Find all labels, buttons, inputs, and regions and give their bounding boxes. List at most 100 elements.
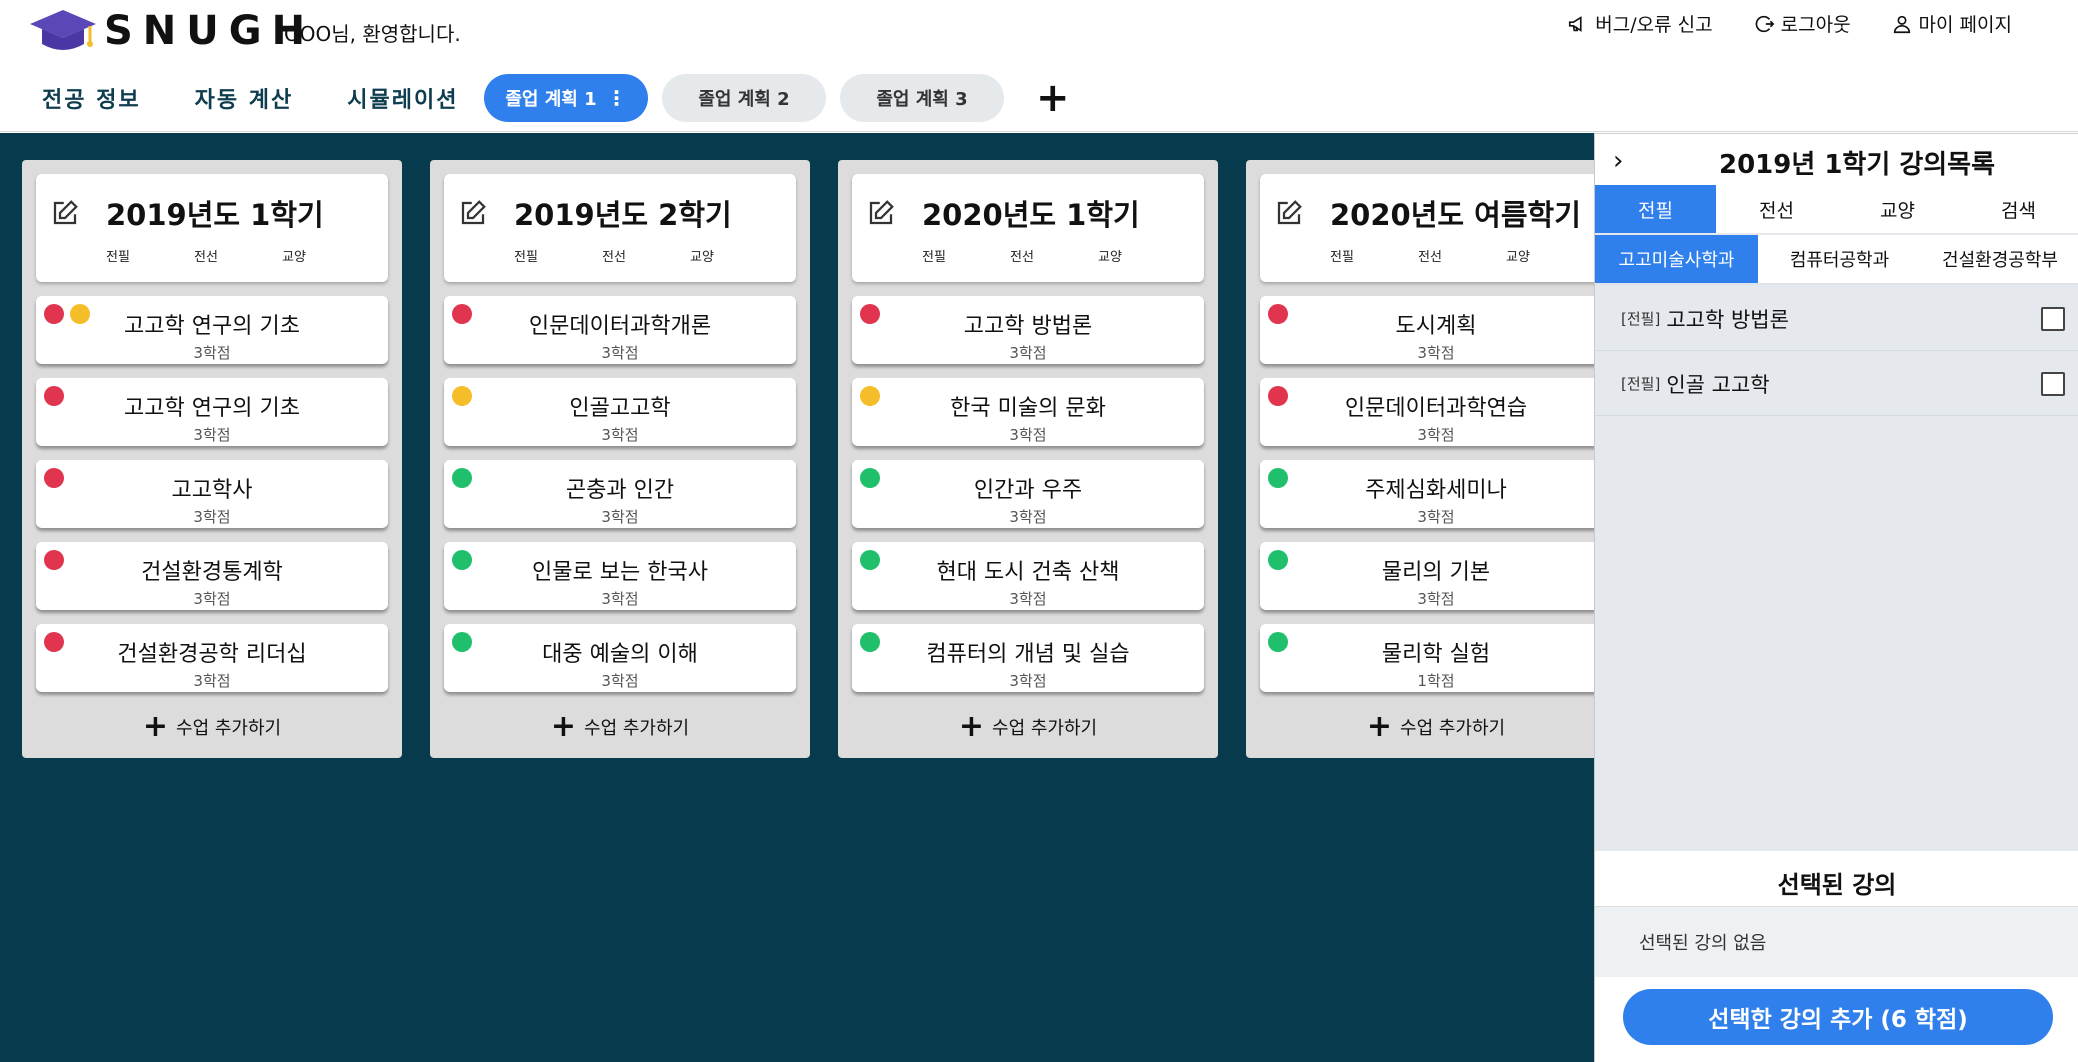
category-tab-1[interactable]: 전필	[1595, 185, 1716, 233]
logo[interactable]: SNUGH	[28, 6, 315, 56]
plan-tab-label: 졸업 계획 1	[505, 89, 597, 110]
course-name: 고고학사	[171, 478, 253, 503]
add-course-button[interactable]: + 수업 추가하기	[838, 712, 1218, 742]
category-label-general: 교양	[282, 250, 306, 265]
plan-tab-label: 졸업 계획 2	[698, 89, 790, 110]
course-name: 고고학 방법론	[963, 314, 1093, 339]
course-card[interactable]: 인문데이터과학개론 3학점	[444, 296, 796, 364]
lecture-checkbox[interactable]	[2041, 307, 2065, 331]
add-course-button[interactable]: + 수업 추가하기	[1246, 712, 1594, 742]
add-plan-button[interactable]: +	[1036, 78, 1070, 118]
logout-link[interactable]: 로그아웃	[1753, 10, 1851, 37]
category-tab-3[interactable]: 교양	[1837, 185, 1958, 233]
course-card[interactable]: 인간과 우주 3학점	[852, 460, 1204, 528]
course-card[interactable]: 대중 예술의 이해 3학점	[444, 624, 796, 692]
course-credit: 3학점	[1009, 344, 1047, 362]
plan-tab-label: 졸업 계획 3	[876, 89, 968, 110]
report-bug-label: 버그/오류 신고	[1595, 14, 1713, 36]
course-card[interactable]: 인문데이터과학연습 3학점	[1260, 378, 1594, 446]
course-name: 도시계획	[1395, 314, 1477, 339]
tab-plan-2[interactable]: 졸업 계획 2	[662, 74, 826, 122]
category-label-general: 교양	[690, 250, 714, 265]
semester-header: 2019년도 1학기 전필 전선 교양	[36, 174, 388, 282]
add-course-button[interactable]: + 수업 추가하기	[22, 712, 402, 742]
course-card[interactable]: 고고학사 3학점	[36, 460, 388, 528]
user-icon	[1893, 15, 1910, 33]
top-links: 버그/오류 신고 로그아웃 마이 페이지	[1567, 10, 2012, 37]
plus-icon: +	[1366, 709, 1393, 744]
lecture-item[interactable]: [전필] 인골 고고학	[1595, 352, 2078, 416]
course-card[interactable]: 한국 미술의 문화 3학점	[852, 378, 1204, 446]
course-card[interactable]: 건설환경공학 리더십 3학점	[36, 624, 388, 692]
course-card[interactable]: 건설환경통계학 3학점	[36, 542, 388, 610]
course-name: 고고학 연구의 기초	[124, 314, 300, 339]
course-card[interactable]: 곤충과 인간 3학점	[444, 460, 796, 528]
edit-icon[interactable]	[1274, 198, 1304, 228]
course-card[interactable]: 물리의 기본 3학점	[1260, 542, 1594, 610]
lecture-tag: [전필]	[1621, 310, 1661, 328]
course-name: 물리의 기본	[1381, 560, 1491, 585]
my-page-link[interactable]: 마이 페이지	[1891, 10, 2012, 37]
add-course-label: 수업 추가하기	[584, 718, 690, 739]
course-name: 건설환경통계학	[141, 560, 283, 585]
course-credit: 3학점	[1009, 672, 1047, 690]
course-card[interactable]: 도시계획 3학점	[1260, 296, 1594, 364]
tab-plan-3[interactable]: 졸업 계획 3	[840, 74, 1004, 122]
course-name: 주제심화세미나	[1365, 478, 1507, 503]
kebab-menu-icon[interactable]: ⋮	[607, 88, 627, 108]
course-card[interactable]: 고고학 연구의 기초 3학점	[36, 296, 388, 364]
report-bug-link[interactable]: 버그/오류 신고	[1567, 10, 1713, 37]
edit-icon[interactable]	[458, 198, 488, 228]
nav-auto-calc[interactable]: 자동 계산	[195, 82, 294, 114]
header: SNUGH OOO님, 환영합니다. 버그/오류 신고 로그아웃 마이 페이지 …	[0, 0, 2078, 132]
edit-icon[interactable]	[866, 198, 896, 228]
course-credit: 3학점	[193, 344, 231, 362]
category-label-general: 교양	[1506, 250, 1530, 265]
add-selected-lectures-button[interactable]: 선택한 강의 추가 (6 학점)	[1623, 989, 2053, 1045]
lecture-tag: [전필]	[1621, 375, 1661, 393]
semester-title: 2020년도 여름학기	[1330, 198, 1581, 232]
department-tab-3[interactable]: 건설환경공학부	[1921, 235, 2078, 283]
course-card[interactable]: 물리학 실험 1학점	[1260, 624, 1594, 692]
department-tab-2[interactable]: 컴퓨터공학과	[1758, 235, 1921, 283]
course-card[interactable]: 고고학 연구의 기초 3학점	[36, 378, 388, 446]
category-tab-2[interactable]: 전선	[1716, 185, 1837, 233]
lecture-name: 인골 고고학	[1666, 372, 1770, 397]
semester-title: 2020년도 1학기	[922, 198, 1140, 232]
course-name: 곤충과 인간	[565, 478, 675, 503]
plus-icon: +	[550, 709, 577, 744]
course-name: 인문데이터과학연습	[1344, 396, 1528, 421]
megaphone-icon	[1569, 15, 1582, 32]
course-credit: 3학점	[193, 508, 231, 526]
category-label-major-required: 전필	[922, 250, 946, 265]
lecture-item[interactable]: [전필] 고고학 방법론	[1595, 287, 2078, 351]
course-name: 인간과 우주	[973, 478, 1083, 503]
semester-title: 2019년도 2학기	[514, 198, 732, 232]
course-credit: 3학점	[601, 672, 639, 690]
course-card[interactable]: 현대 도시 건축 산책 3학점	[852, 542, 1204, 610]
semester-column: 2019년도 2학기 전필 전선 교양 인문데이터과학개론 3학점 인골고고학 3학점 곤충과 …	[430, 160, 810, 758]
category-label-major-elective: 전선	[1010, 250, 1034, 265]
course-card[interactable]: 주제심화세미나 3학점	[1260, 460, 1594, 528]
department-tab-1[interactable]: 고고미술사학과	[1595, 235, 1758, 283]
course-card[interactable]: 컴퓨터의 개념 및 실습 3학점	[852, 624, 1204, 692]
add-course-label: 수업 추가하기	[992, 718, 1098, 739]
course-card[interactable]: 고고학 방법론 3학점	[852, 296, 1204, 364]
tab-plan-1[interactable]: 졸업 계획 1 ⋮	[484, 74, 648, 122]
nav-simulation[interactable]: 시뮬레이션	[347, 82, 458, 114]
course-card[interactable]: 인골고고학 3학점	[444, 378, 796, 446]
add-course-label: 수업 추가하기	[1400, 718, 1506, 739]
add-course-button[interactable]: + 수업 추가하기	[430, 712, 810, 742]
course-name: 건설환경공학 리더십	[117, 642, 307, 667]
course-card[interactable]: 인물로 보는 한국사 3학점	[444, 542, 796, 610]
selected-lectures-section: 선택된 강의 선택된 강의 없음 선택한 강의 추가 (6 학점)	[1595, 851, 2078, 1062]
edit-icon[interactable]	[50, 198, 80, 228]
course-name: 대중 예술의 이해	[542, 642, 698, 667]
lecture-checkbox[interactable]	[2041, 372, 2065, 396]
nav-major-info[interactable]: 전공 정보	[42, 82, 141, 114]
lecture-panel: › 2019년 1학기 강의목록 전필 전선 교양 검색 고고미술사학과 컴퓨터공학과 건…	[1594, 133, 2078, 1062]
department-tabs: 고고미술사학과 컴퓨터공학과 건설환경공학부	[1595, 235, 2078, 285]
course-credit: 3학점	[1417, 508, 1455, 526]
category-tab-4[interactable]: 검색	[1958, 185, 2078, 233]
welcome-message: OOO님, 환영합니다.	[284, 22, 461, 46]
